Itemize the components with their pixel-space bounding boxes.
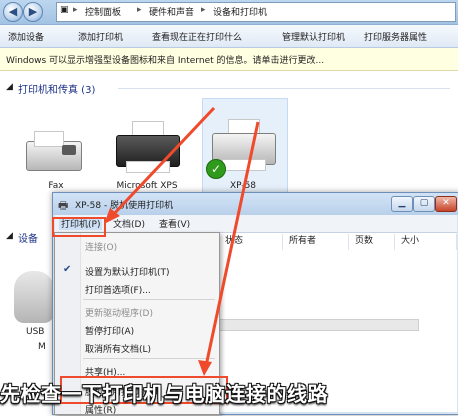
annotation-arrow-line: [110, 106, 216, 218]
annotation-arrowhead: [198, 360, 212, 376]
annotation-arrow-line: [204, 121, 260, 367]
video-subtitle: 先检查一下打印机与电脑连接的线路: [0, 382, 328, 406]
annotation-arrows: [104, 106, 260, 376]
